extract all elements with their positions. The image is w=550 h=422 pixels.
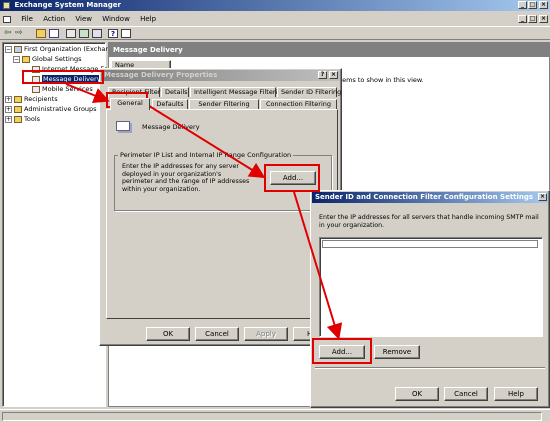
menu-window[interactable]: Window xyxy=(102,15,130,23)
app-title: Exchange System Manager xyxy=(14,1,121,9)
app-icon xyxy=(3,1,10,9)
highlight-config-add xyxy=(312,338,372,364)
toolbar: ⇦ ⇨ ? xyxy=(0,26,550,40)
highlight-perimeter-add xyxy=(264,164,320,192)
config-titlebar: Sender ID and Connection Filter Configur… xyxy=(312,192,548,203)
collapse-icon[interactable]: − xyxy=(13,55,20,63)
refresh-icon[interactable] xyxy=(79,29,89,38)
folder-icon xyxy=(14,95,22,103)
properties-ok-button[interactable]: OK xyxy=(146,327,190,341)
collapse-icon[interactable]: − xyxy=(5,45,12,53)
mdi-restore-button[interactable]: □ xyxy=(528,15,537,23)
tree-item-label: Mobile Services xyxy=(42,85,93,93)
properties-cancel-button[interactable]: Cancel xyxy=(195,327,239,341)
menu-file[interactable]: File xyxy=(21,15,33,23)
tab-sender-filtering[interactable]: Sender Filtering xyxy=(189,99,259,109)
mdi-minimize-button[interactable]: _ xyxy=(518,15,527,23)
expand-icon[interactable]: + xyxy=(5,95,12,103)
message-delivery-label: Message Delivery xyxy=(142,123,200,131)
close-button[interactable]: × xyxy=(539,1,548,9)
tree-item-label: Administrative Groups xyxy=(24,105,97,113)
config-divider xyxy=(315,367,545,369)
show-tree-icon[interactable] xyxy=(49,29,59,38)
tree-item-label: Recipients xyxy=(24,95,58,103)
config-remove-button[interactable]: Remove xyxy=(374,345,420,359)
tab-details[interactable]: Details xyxy=(161,87,189,97)
mmc-icon xyxy=(3,15,11,23)
main-titlebar: Exchange System Manager xyxy=(0,0,550,11)
config-dialog: Sender ID and Connection Filter Configur… xyxy=(310,190,550,408)
config-close-button[interactable]: × xyxy=(538,193,547,201)
mdi-close-button[interactable]: × xyxy=(539,15,548,23)
properties-apply-button[interactable]: Apply xyxy=(244,327,288,341)
highlight-message-delivery xyxy=(22,70,104,84)
tab-defaults[interactable]: Defaults xyxy=(152,99,188,109)
menu-help[interactable]: Help xyxy=(140,15,156,23)
properties-dialog: Message Delivery Properties ? × Recipien… xyxy=(99,68,342,346)
tab-connection-filtering[interactable]: Connection Filtering xyxy=(260,99,337,109)
tree-item[interactable]: + Tools xyxy=(5,115,40,124)
status-panel xyxy=(2,412,542,421)
menu-bar: File Action View Window Help xyxy=(0,13,550,25)
properties-titlebar: Message Delivery Properties xyxy=(101,70,340,81)
organization-icon xyxy=(14,45,22,53)
config-cancel-button[interactable]: Cancel xyxy=(444,387,488,401)
properties-close-button[interactable]: × xyxy=(329,71,338,79)
export-icon[interactable] xyxy=(92,29,102,38)
console-icon[interactable] xyxy=(121,29,131,38)
perimeter-group-title: Perimeter IP List and Internal IP Range … xyxy=(118,151,294,159)
properties-help-button[interactable]: ? xyxy=(318,71,327,79)
message-delivery-icon xyxy=(116,121,130,131)
tree-item[interactable]: + Recipients xyxy=(5,95,58,104)
back-icon[interactable]: ⇦ xyxy=(4,28,14,38)
perimeter-description: Enter the IP addresses for any server de… xyxy=(122,163,250,193)
config-ok-button[interactable]: OK xyxy=(395,387,439,401)
up-folder-icon[interactable] xyxy=(36,29,46,38)
minimize-button[interactable]: _ xyxy=(518,1,527,9)
tab-intelligent-message-filtering[interactable]: Intelligent Message Filtering xyxy=(190,87,286,97)
settings-page-icon xyxy=(32,85,40,93)
tab-general[interactable]: General xyxy=(110,98,150,110)
tree-item-label: Global Settings xyxy=(32,55,82,63)
right-pane-header: Message Delivery xyxy=(109,43,550,57)
tab-sender-id-filtering[interactable]: Sender ID Filtering xyxy=(277,87,341,97)
status-bar xyxy=(0,409,550,422)
tree-item-label: Tools xyxy=(24,115,41,123)
config-instruction: Enter the IP addresses for all servers t… xyxy=(319,214,539,229)
expand-icon[interactable]: + xyxy=(5,115,12,123)
config-help-button[interactable]: Help xyxy=(494,387,538,401)
expand-icon[interactable]: + xyxy=(5,105,12,113)
menu-action[interactable]: Action xyxy=(43,15,65,23)
tree-item[interactable]: Mobile Services xyxy=(23,85,93,94)
general-tab-page xyxy=(106,109,338,319)
forward-icon[interactable]: ⇨ xyxy=(15,28,25,38)
tree-item[interactable]: + Administrative Groups xyxy=(5,105,97,114)
tree-pane: − First Organization (Exchange) − Global Se… xyxy=(2,42,127,407)
help-icon[interactable]: ? xyxy=(108,29,118,38)
ip-list-box[interactable] xyxy=(319,237,543,337)
tree-item[interactable]: − Global Settings xyxy=(13,55,81,64)
folder-icon xyxy=(14,115,22,123)
tree-item-label: First Organization (Exchange) xyxy=(24,45,121,53)
menu-view[interactable]: View xyxy=(75,15,92,23)
maximize-button[interactable]: □ xyxy=(528,1,537,9)
folder-icon xyxy=(14,105,22,113)
folder-icon xyxy=(22,55,30,63)
tree-item[interactable]: − First Organization (Exchange) xyxy=(5,45,120,54)
properties-icon[interactable] xyxy=(66,29,76,38)
ip-input-field[interactable] xyxy=(322,240,538,248)
